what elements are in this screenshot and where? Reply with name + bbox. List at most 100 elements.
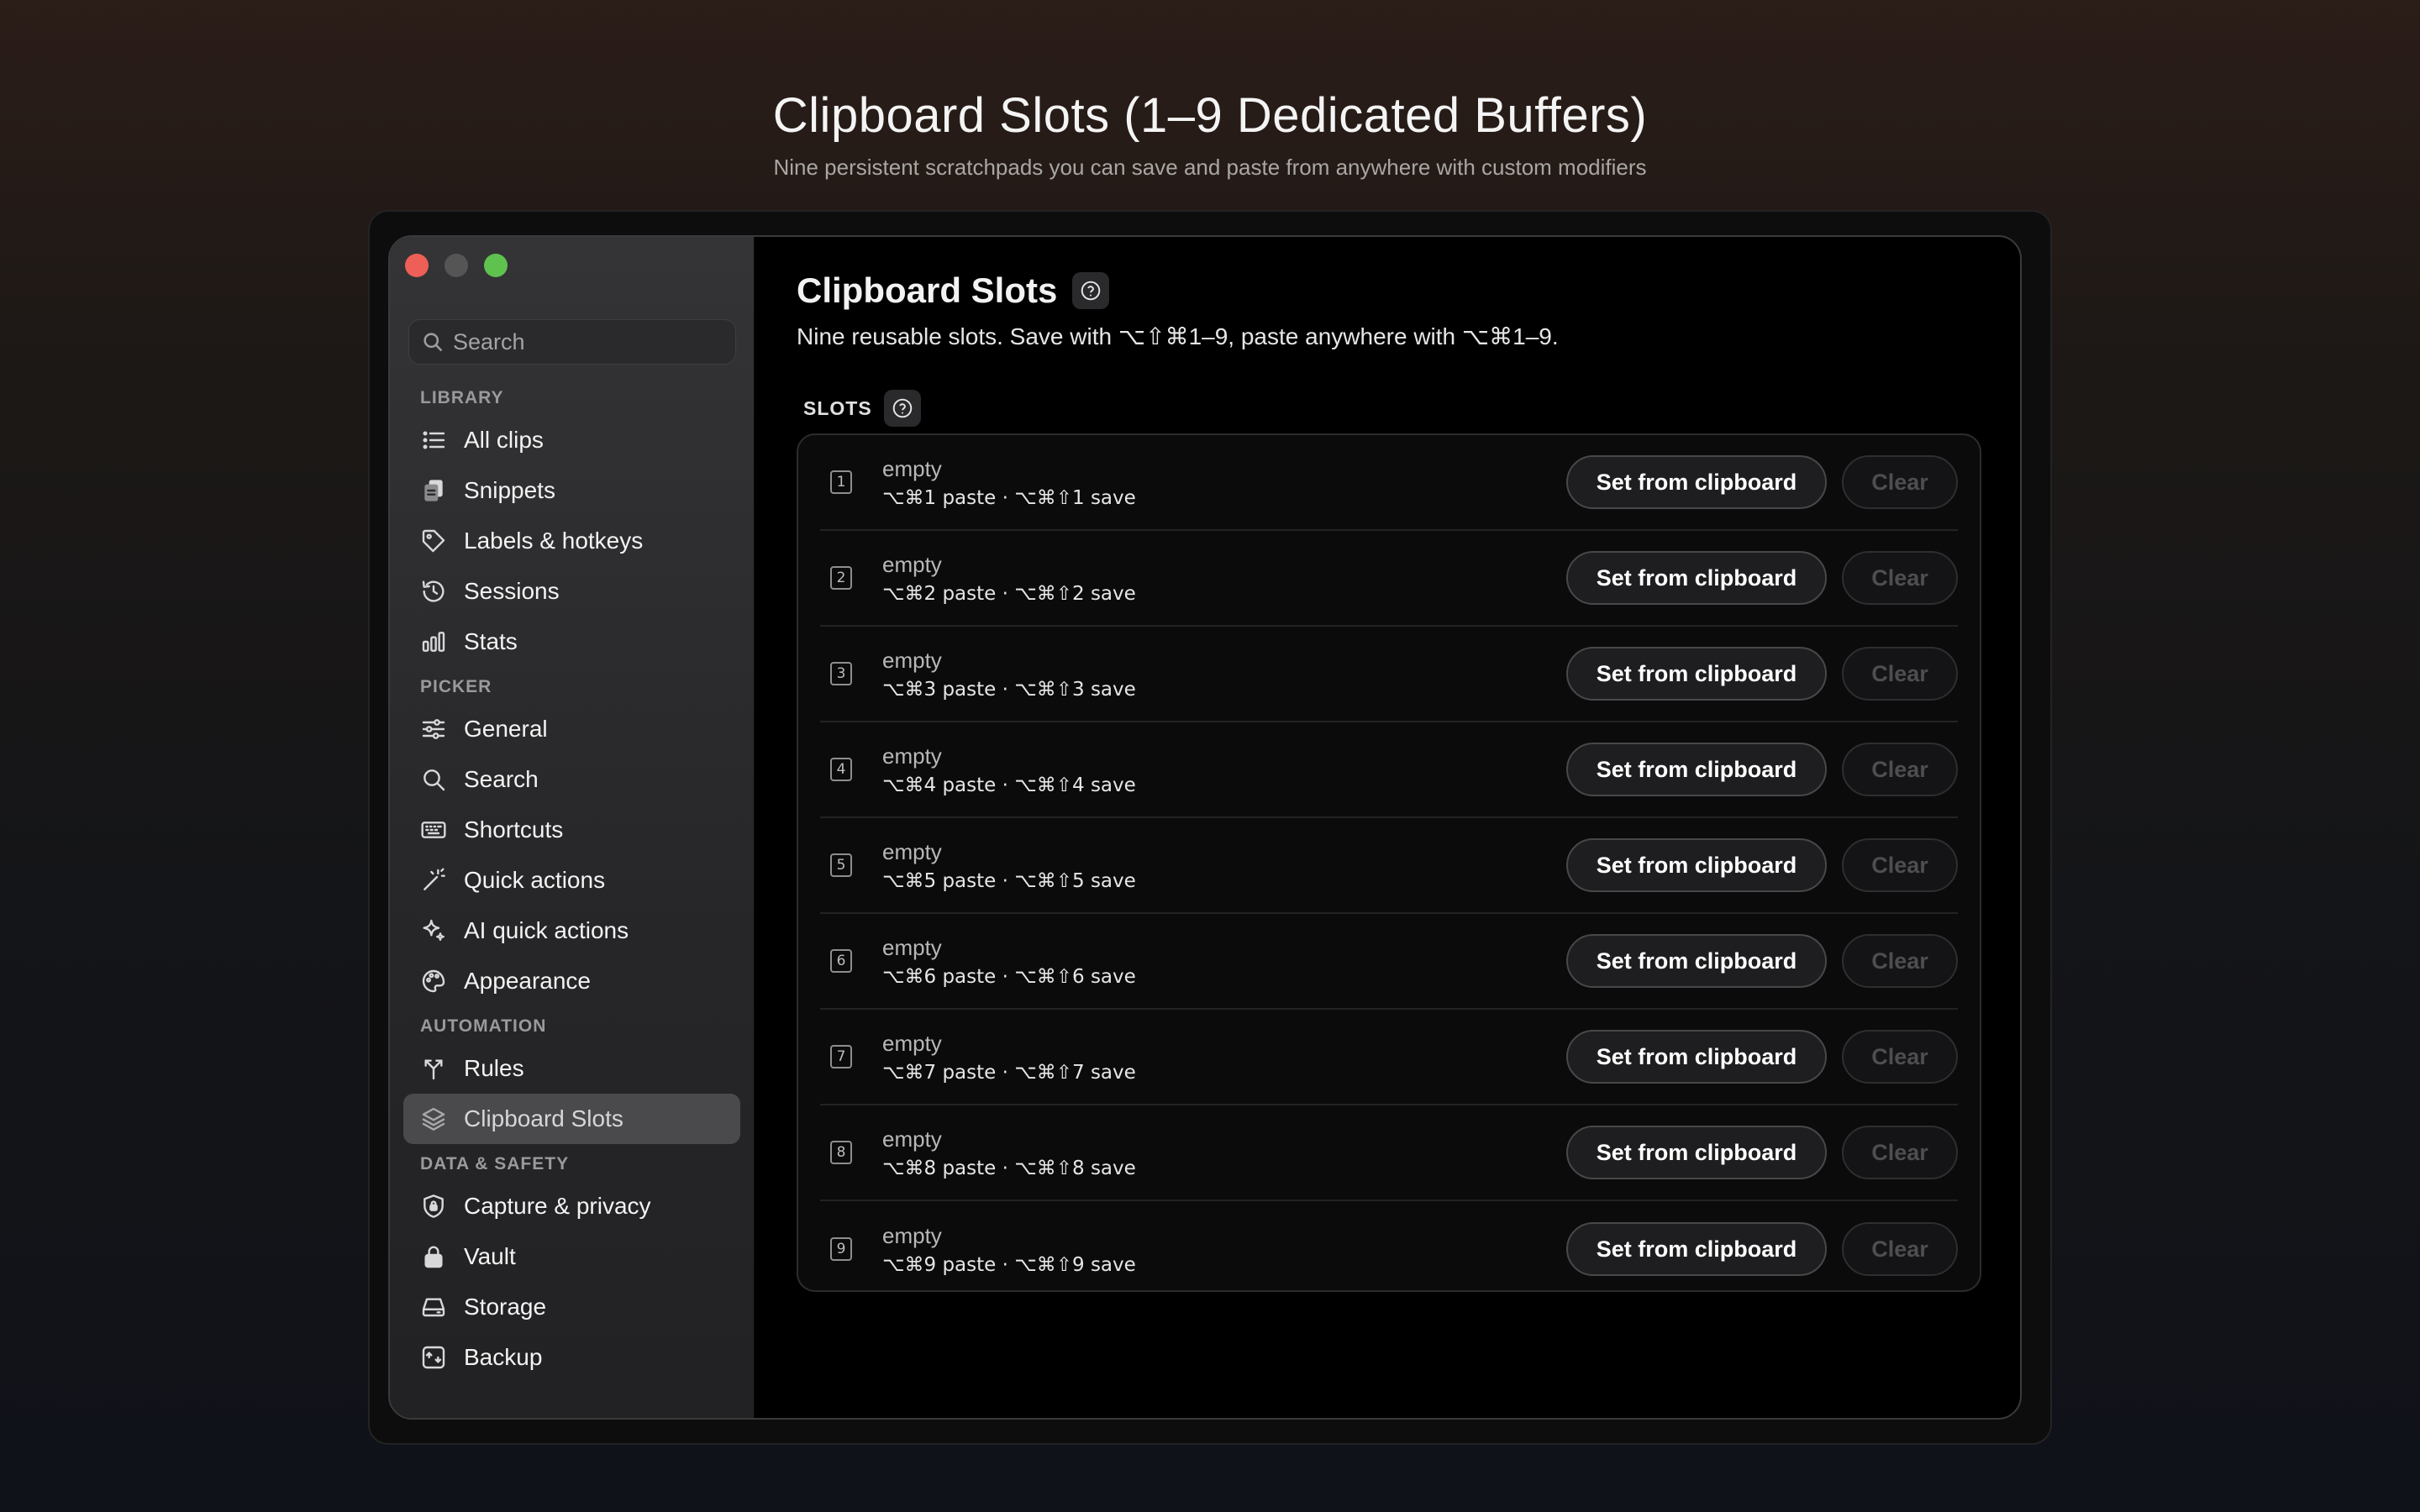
list-icon [423, 431, 445, 449]
sidebar-section-data-and-safety: DATA & SAFETY [420, 1154, 570, 1173]
sidebar-section-picker: PICKER [420, 677, 492, 696]
document-icon [424, 480, 443, 501]
sidebar-item-ai-quick-actions[interactable]: AI quick actions [403, 906, 740, 956]
minimize-window-button[interactable] [445, 254, 468, 277]
question-icon [892, 398, 912, 418]
clear-button[interactable]: Clear [1842, 934, 1958, 988]
sidebar-item-label: Shortcuts [464, 816, 564, 843]
slot-state: empty [882, 1126, 942, 1152]
sidebar-item-label: AI quick actions [464, 917, 629, 943]
close-window-button[interactable] [405, 254, 429, 277]
search-icon [424, 769, 445, 791]
clear-button[interactable]: Clear [1842, 551, 1958, 605]
sliders-icon [422, 719, 445, 739]
clear-button[interactable]: Clear [1842, 743, 1958, 796]
clear-button[interactable]: Clear [1842, 838, 1958, 892]
sidebar-item-label: General [464, 716, 548, 742]
sidebar-item-rules[interactable]: Rules [403, 1043, 740, 1094]
sidebar-item-snippets[interactable]: Snippets [403, 465, 740, 516]
settings-window: LIBRARY All clips Snippets Labels & hotkeys… [388, 235, 2022, 1420]
sidebar-nav: LIBRARY All clips Snippets Labels & hotkeys… [390, 378, 754, 1383]
slot-text: empty ⌥⌘5 paste · ⌥⌘⇧5 save [882, 839, 1566, 892]
clear-button[interactable]: Clear [1842, 1030, 1958, 1084]
sidebar-item-label: Stats [464, 628, 518, 654]
search-icon [424, 333, 443, 352]
set-from-clipboard-button[interactable]: Set from clipboard [1566, 1126, 1827, 1179]
sidebar-item-general[interactable]: General [403, 704, 740, 754]
clear-button[interactable]: Clear [1842, 647, 1958, 701]
page-subtitle: Nine reusable slots. Save with ⌥⇧⌘1–9, p… [797, 323, 1559, 349]
sidebar-item-appearance[interactable]: Appearance [403, 956, 740, 1006]
sidebar-item-label: Backup [464, 1344, 543, 1370]
slot-row-3: 3 empty ⌥⌘3 paste · ⌥⌘⇧3 save Set from clip… [820, 627, 1958, 722]
sidebar-item-search[interactable]: Search [403, 754, 740, 805]
sidebar-item-clipboard-slots[interactable]: Clipboard Slots [403, 1094, 740, 1144]
sidebar-item-all-clips[interactable]: All clips [403, 415, 740, 465]
clear-button[interactable]: Clear [1842, 1222, 1958, 1276]
sidebar-item-shortcuts[interactable]: Shortcuts [403, 805, 740, 855]
slot-number-badge: 6 [830, 949, 852, 973]
sidebar-item-quick-actions[interactable]: Quick actions [403, 855, 740, 906]
slot-row-9: 9 empty ⌥⌘9 paste · ⌥⌘⇧9 save Set from clip… [820, 1201, 1958, 1297]
sidebar-item-capture-and-privacy[interactable]: Capture & privacy [403, 1181, 740, 1231]
slot-row-5: 5 empty ⌥⌘5 paste · ⌥⌘⇧5 save Set from clip… [820, 818, 1958, 914]
clear-button[interactable]: Clear [1842, 455, 1958, 509]
clear-button[interactable]: Clear [1842, 1126, 1958, 1179]
sidebar-item-stats[interactable]: Stats [403, 617, 740, 667]
help-button[interactable] [1072, 272, 1110, 309]
set-from-clipboard-button[interactable]: Set from clipboard [1566, 647, 1827, 701]
set-from-clipboard-button[interactable]: Set from clipboard [1566, 1222, 1827, 1276]
slot-shortcuts: ⌥⌘2 paste · ⌥⌘⇧2 save [882, 582, 1136, 605]
slot-number-badge: 1 [830, 470, 852, 494]
slot-state: empty [882, 551, 942, 577]
set-from-clipboard-button[interactable]: Set from clipboard [1566, 838, 1827, 892]
slot-state: empty [882, 1030, 942, 1056]
layers-icon [422, 1107, 445, 1131]
set-from-clipboard-button[interactable]: Set from clipboard [1566, 551, 1827, 605]
slot-number-badge: 9 [830, 1237, 852, 1261]
slot-row-6: 6 empty ⌥⌘6 paste · ⌥⌘⇧6 save Set from clip… [820, 914, 1958, 1010]
lock-icon [424, 1246, 443, 1268]
slot-shortcuts: ⌥⌘1 paste · ⌥⌘⇧1 save [882, 486, 1136, 509]
slot-text: empty ⌥⌘6 paste · ⌥⌘⇧6 save [882, 935, 1566, 988]
sidebar-item-labels-and-hotkeys[interactable]: Labels & hotkeys [403, 516, 740, 566]
set-from-clipboard-button[interactable]: Set from clipboard [1566, 934, 1827, 988]
sidebar-item-label: Quick actions [464, 867, 606, 893]
sidebar-item-storage[interactable]: Storage [403, 1282, 740, 1332]
slot-text: empty ⌥⌘9 paste · ⌥⌘⇧9 save [882, 1223, 1566, 1276]
slot-state: empty [882, 934, 942, 960]
zoom-window-button[interactable] [484, 254, 508, 277]
sidebar: LIBRARY All clips Snippets Labels & hotkeys… [390, 237, 755, 1418]
sidebar-item-sessions[interactable]: Sessions [403, 566, 740, 617]
sidebar-item-label: Vault [464, 1243, 516, 1269]
tag-icon [422, 529, 445, 553]
magic-wand-icon [424, 868, 445, 890]
slot-number-badge: 2 [830, 566, 852, 590]
slot-number-badge: 7 [830, 1045, 852, 1068]
slots-help-button[interactable] [883, 390, 921, 427]
set-from-clipboard-button[interactable]: Set from clipboard [1566, 1030, 1827, 1084]
sidebar-item-backup[interactable]: Backup [403, 1332, 740, 1383]
slots-header-label: SLOTS [803, 396, 872, 419]
set-from-clipboard-button[interactable]: Set from clipboard [1566, 455, 1827, 509]
sidebar-item-label: All clips [464, 427, 544, 453]
slot-state: empty [882, 647, 942, 673]
page-title: Clipboard Slots [797, 270, 1058, 310]
slot-state: empty [882, 455, 942, 481]
set-from-clipboard-button[interactable]: Set from clipboard [1566, 743, 1827, 796]
sidebar-section-automation: AUTOMATION [420, 1016, 547, 1036]
sparkles-icon [423, 919, 445, 941]
slot-text: empty ⌥⌘4 paste · ⌥⌘⇧4 save [882, 743, 1566, 796]
sidebar-search-input[interactable] [453, 328, 722, 355]
slot-shortcuts: ⌥⌘8 paste · ⌥⌘⇧8 save [882, 1157, 1136, 1179]
sidebar-item-label: Rules [464, 1055, 524, 1081]
sidebar-item-label: Labels & hotkeys [464, 528, 644, 554]
sidebar-item-label: Sessions [464, 578, 560, 604]
backup-icon [422, 1346, 445, 1369]
slot-shortcuts: ⌥⌘3 paste · ⌥⌘⇧3 save [882, 678, 1136, 701]
sidebar-item-vault[interactable]: Vault [403, 1231, 740, 1282]
sidebar-search[interactable] [408, 319, 736, 365]
slot-state: empty [882, 1222, 942, 1248]
slot-shortcuts: ⌥⌘4 paste · ⌥⌘⇧4 save [882, 774, 1136, 796]
slot-number-badge: 4 [830, 758, 852, 781]
